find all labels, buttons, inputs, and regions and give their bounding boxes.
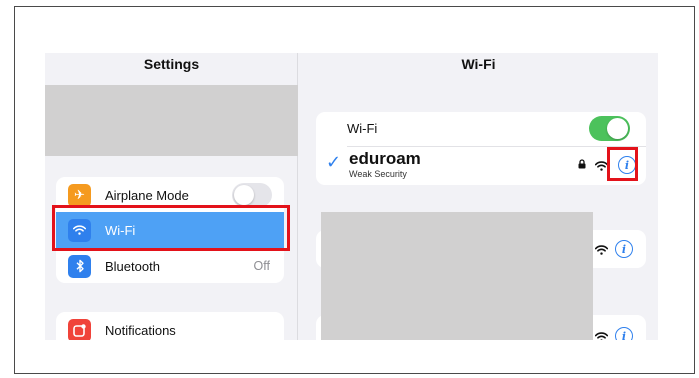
toggle-knob (607, 118, 628, 139)
settings-sidebar: Settings ✈ Airplane Mode Wi-Fi Bluetooth (45, 53, 298, 340)
sidebar-item-label: Notifications (105, 322, 176, 338)
wifi-signal-icon (595, 245, 608, 255)
highlight-box-info (607, 147, 638, 181)
sidebar-item-label: Airplane Mode (105, 187, 189, 203)
sidebar-title: Settings (143, 56, 200, 72)
sidebar-item-bluetooth[interactable]: Bluetooth Off (56, 248, 284, 283)
highlight-box-wifi (52, 205, 290, 251)
wifi-label: Wi-Fi (347, 121, 378, 136)
redacted-network-list (321, 212, 593, 340)
notifications-icon (68, 318, 91, 340)
ipad-settings-screen: Settings ✈ Airplane Mode Wi-Fi Bluetooth (45, 53, 658, 340)
sidebar-item-notifications[interactable]: Notifications (56, 312, 284, 340)
sidebar-item-label: Bluetooth (105, 258, 160, 274)
wifi-card: Wi-Fi ✓ eduroam Weak Security i (316, 112, 646, 185)
lock-icon (578, 159, 586, 172)
wifi-signal-icon (595, 332, 608, 340)
connected-network-row[interactable]: ✓ eduroam Weak Security i (316, 147, 646, 185)
redacted-profile-area (45, 85, 298, 156)
network-info-icon[interactable]: i (615, 327, 633, 340)
network-security-label: Weak Security (349, 169, 407, 179)
wifi-detail-pane: Wi-Fi Wi-Fi ✓ eduroam Weak Security i i (299, 53, 658, 340)
network-name: eduroam (349, 149, 421, 168)
wifi-toggle-row: Wi-Fi (316, 112, 646, 146)
bluetooth-icon (68, 254, 91, 278)
detail-title: Wi-Fi (461, 56, 496, 72)
airplane-icon: ✈ (68, 183, 91, 207)
toggle-knob (234, 185, 254, 205)
checkmark-icon: ✓ (326, 152, 342, 172)
bluetooth-status-value: Off (253, 259, 270, 273)
airplane-mode-toggle[interactable] (232, 183, 272, 207)
wifi-toggle[interactable] (589, 116, 630, 141)
network-info-icon[interactable]: i (615, 240, 633, 258)
settings-group-notifications: Notifications (56, 312, 284, 340)
